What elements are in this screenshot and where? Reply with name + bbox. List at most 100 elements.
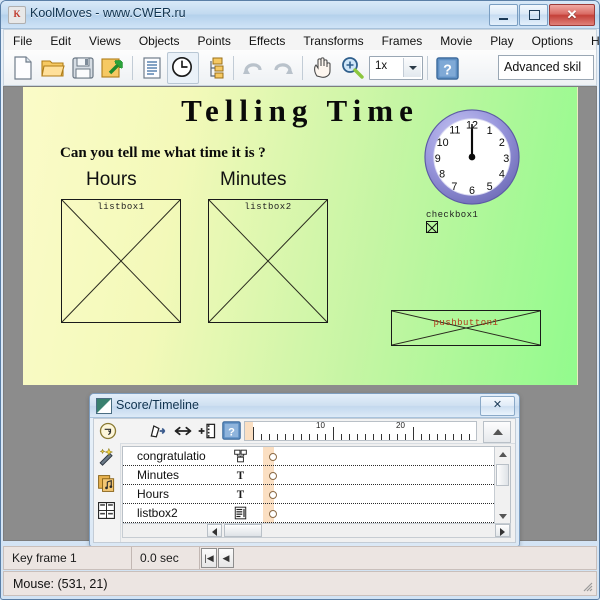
text-object-icon: T — [233, 468, 249, 483]
keyframe-marker[interactable] — [269, 472, 277, 480]
svg-text:10: 10 — [437, 137, 449, 149]
ruler-tick — [261, 434, 262, 440]
tracks-horizontal-scrollbar[interactable] — [122, 523, 511, 538]
clock-timeline-icon[interactable] — [167, 51, 199, 84]
score-window-icon — [96, 398, 112, 414]
minimize-icon — [499, 18, 508, 20]
svg-text:11: 11 — [449, 124, 460, 136]
horizontal-scroll-thumb[interactable] — [224, 524, 262, 537]
stretch-frames-icon[interactable] — [173, 421, 193, 441]
analog-clock[interactable]: 12 1 2 3 4 5 6 7 8 9 10 11 — [423, 108, 521, 206]
menu-item-views[interactable]: Views — [80, 32, 130, 50]
ruler-tick — [373, 434, 374, 440]
pan-hand-icon[interactable] — [307, 53, 337, 83]
canvas-label-hours[interactable]: Hours — [86, 169, 137, 191]
table-row[interactable]: Hours T — [123, 485, 510, 504]
timeline-collapse-button[interactable] — [483, 421, 511, 443]
placeholder-name-listbox2: listbox2 — [244, 202, 292, 212]
placeholder-listbox1[interactable]: listbox1 — [61, 199, 181, 323]
menu-item-objects[interactable]: Objects — [130, 32, 189, 50]
toolbar-separator — [302, 55, 303, 80]
frame-status-bar: Key frame 1 0.0 sec |◀ ◀ — [3, 546, 597, 570]
toolbar-separator — [132, 55, 133, 80]
menu-item-edit[interactable]: Edit — [41, 32, 80, 50]
chevron-down-icon[interactable] — [403, 57, 421, 77]
score-timeline-window[interactable]: Score/Timeline ✕ ? 10 20 congratulatio M… — [89, 393, 520, 547]
table-row[interactable]: congratulatio — [123, 447, 510, 466]
timeline-playhead[interactable] — [245, 422, 253, 440]
svg-text:2: 2 — [499, 137, 505, 149]
skill-level-field[interactable]: Advanced skil — [498, 55, 594, 80]
scroll-right-button[interactable] — [495, 524, 510, 537]
menu-item-frames[interactable]: Frames — [373, 32, 432, 50]
ruler-tick — [429, 434, 430, 440]
placeholder-pushbutton1[interactable]: pushbutton1 — [391, 310, 541, 346]
ruler-tick — [437, 434, 438, 440]
layers-tree-icon[interactable] — [199, 53, 229, 83]
menu-item-play[interactable]: Play — [481, 32, 522, 50]
score-timeline-body: ? 10 20 congratulatio Minutes T Hours T … — [93, 418, 516, 543]
new-document-icon[interactable] — [8, 53, 38, 83]
score-close-button[interactable]: ✕ — [480, 396, 515, 416]
ruler-tick — [357, 434, 358, 440]
keyframe-marker[interactable] — [269, 510, 277, 518]
scroll-down-button[interactable] — [495, 509, 510, 523]
ruler-tick — [413, 427, 414, 440]
ruler-tick — [285, 434, 286, 440]
ruler-tick — [269, 434, 270, 440]
svg-text:6: 6 — [469, 185, 475, 197]
help-button[interactable]: ? — [432, 53, 462, 83]
keyframe-marker[interactable] — [269, 491, 277, 499]
keyframe-marker[interactable] — [269, 453, 277, 461]
minimize-button[interactable] — [489, 4, 518, 26]
help-icon[interactable]: ? — [222, 421, 242, 441]
svg-text:T: T — [237, 470, 245, 482]
magic-wand-icon[interactable] — [97, 447, 117, 467]
checkbox-cross-icon — [426, 222, 438, 234]
export-icon[interactable] — [98, 53, 128, 83]
menu-item-transforms[interactable]: Transforms — [294, 32, 372, 50]
placeholder-cross-icon — [62, 200, 180, 322]
menu-item-effects[interactable]: Effects — [240, 32, 294, 50]
add-frame-icon[interactable] — [197, 421, 217, 441]
first-frame-button[interactable]: |◀ — [201, 548, 217, 568]
placeholder-cross-icon — [392, 311, 540, 345]
timeline-toolbar: ? 10 20 — [94, 419, 515, 444]
table-row[interactable]: listbox2 — [123, 504, 510, 523]
frame-loop-icon[interactable] — [98, 421, 118, 441]
zoom-magnifier-icon[interactable] — [337, 53, 367, 83]
ruler-tick — [445, 434, 446, 440]
menu-item-points[interactable]: Points — [189, 32, 240, 50]
menu-item-file[interactable]: File — [4, 32, 41, 50]
menu-item-options[interactable]: Options — [523, 32, 582, 50]
table-row[interactable]: Minutes T — [123, 466, 510, 485]
close-button[interactable]: ✕ — [549, 4, 595, 26]
maximize-button[interactable] — [519, 4, 548, 26]
placeholder-listbox2[interactable]: listbox2 — [208, 199, 328, 323]
zoom-level-select[interactable]: 1x — [369, 55, 423, 80]
scroll-up-button[interactable] — [495, 447, 510, 461]
placeholder-cross-icon — [209, 200, 327, 322]
canvas-label-minutes[interactable]: Minutes — [220, 169, 287, 191]
save-floppy-icon[interactable] — [68, 53, 98, 83]
menu-item-help[interactable]: Help — [582, 32, 599, 50]
toolbar-separator — [427, 55, 428, 80]
open-folder-icon[interactable] — [38, 53, 68, 83]
copy-sound-icon[interactable] — [97, 474, 117, 494]
page-list-icon[interactable] — [137, 53, 167, 83]
movie-canvas[interactable]: Telling Time Can you tell me what time i… — [23, 87, 578, 385]
vertical-scroll-thumb[interactable] — [496, 464, 509, 486]
tracks-vertical-scrollbar[interactable] — [494, 447, 510, 523]
timeline-track-list[interactable]: congratulatio Minutes T Hours T listbox2 — [122, 446, 511, 524]
grid-view-icon[interactable] — [97, 501, 117, 521]
canvas-subtitle-text[interactable]: Can you tell me what time it is ? — [60, 145, 266, 162]
resize-grip-icon[interactable] — [581, 580, 593, 592]
ruler-tick — [365, 434, 366, 440]
menu-item-movie[interactable]: Movie — [431, 32, 481, 50]
time-indicator: 0.0 sec — [132, 547, 200, 569]
insert-keyframe-icon[interactable] — [148, 421, 168, 441]
scroll-left-button[interactable] — [207, 524, 222, 537]
previous-frame-button[interactable]: ◀ — [218, 548, 234, 568]
placeholder-checkbox1[interactable] — [426, 221, 438, 234]
timeline-ruler[interactable]: 10 20 — [244, 421, 477, 441]
